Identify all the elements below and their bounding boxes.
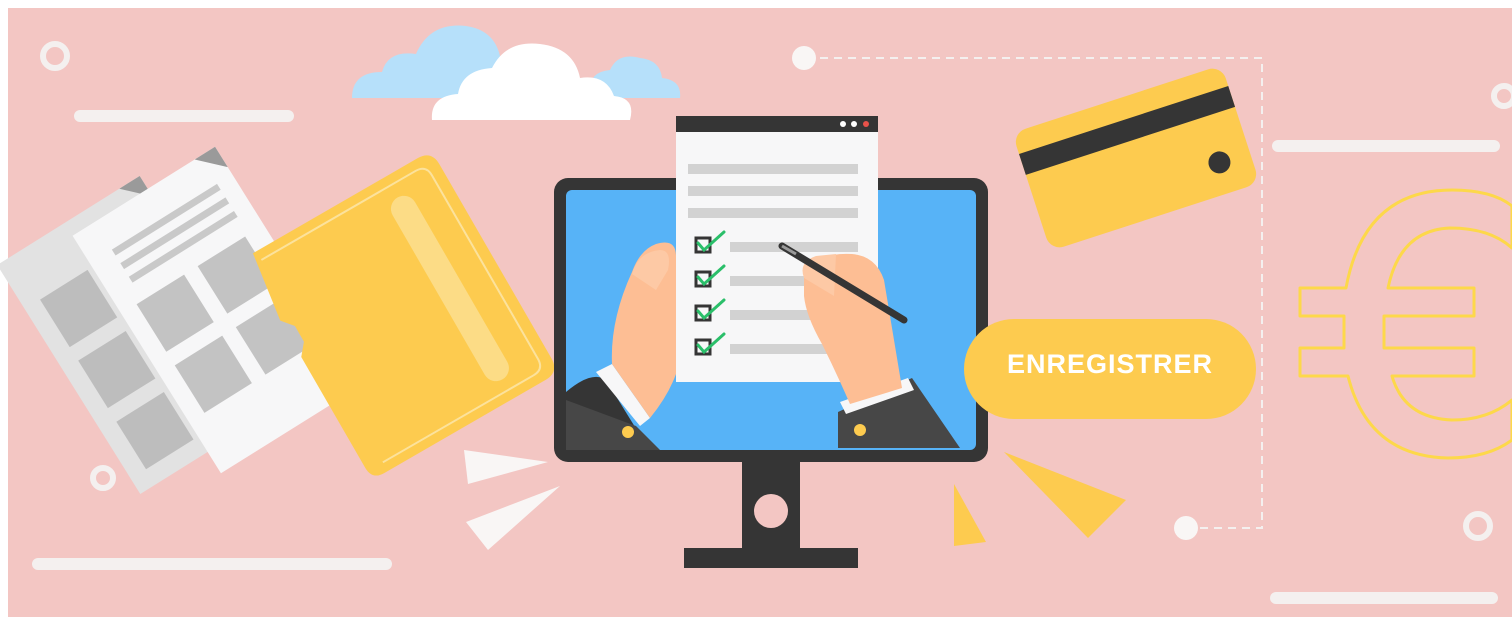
register-button[interactable]: ENREGISTRER <box>964 319 1256 419</box>
illustration-background <box>0 0 1512 617</box>
